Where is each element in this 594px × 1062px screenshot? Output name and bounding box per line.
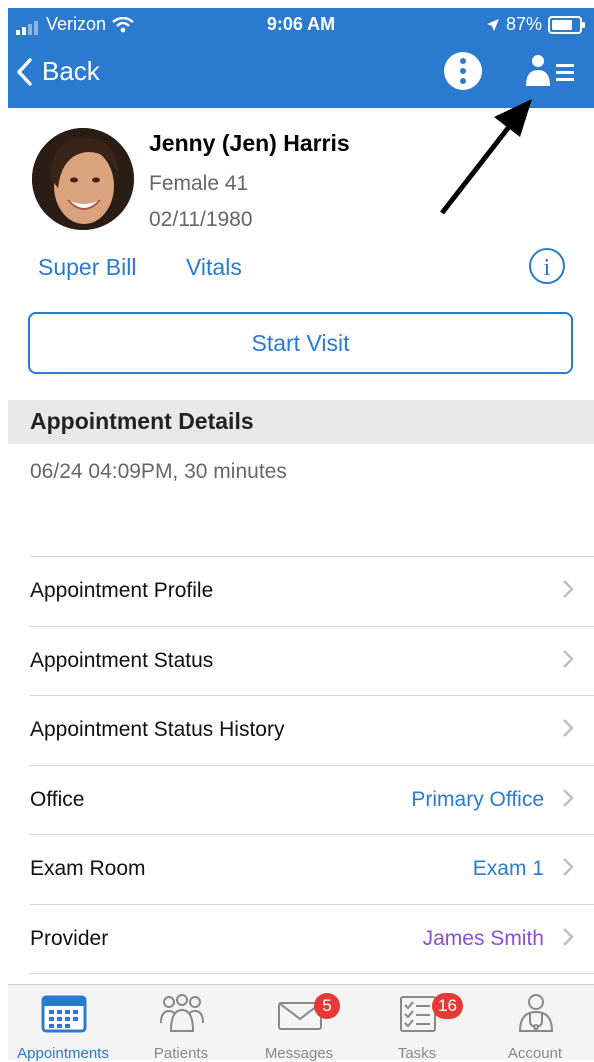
patients-icon bbox=[160, 994, 204, 1032]
tasks-badge: 16 bbox=[432, 993, 463, 1019]
appointment-time: 06/24 04:09PM, 30 minutes bbox=[30, 460, 287, 483]
row-office[interactable]: Office Primary Office bbox=[30, 765, 594, 835]
row-label: Exam Room bbox=[30, 857, 146, 880]
row-label: Appointment Status bbox=[30, 649, 214, 672]
patient-gender-age: Female 41 bbox=[149, 172, 249, 195]
back-button[interactable]: Back bbox=[16, 56, 100, 87]
section-title: Appointment Details bbox=[30, 408, 254, 434]
tab-label: Tasks bbox=[397, 1045, 437, 1062]
row-appointment-profile[interactable]: Appointment Profile bbox=[30, 556, 594, 626]
back-label: Back bbox=[42, 56, 100, 86]
chevron-right-icon bbox=[563, 650, 574, 668]
tab-bar: Appointments Patients 5 Messages 16 Task… bbox=[8, 984, 594, 1062]
chevron-right-icon bbox=[563, 580, 574, 598]
tab-patients[interactable]: Patients bbox=[126, 991, 236, 1062]
doctor-icon bbox=[518, 994, 554, 1032]
row-divider bbox=[30, 973, 594, 984]
row-label: Appointment Status History bbox=[30, 718, 285, 741]
row-exam-room[interactable]: Exam Room Exam 1 bbox=[30, 834, 594, 904]
row-provider[interactable]: Provider James Smith bbox=[30, 904, 594, 974]
start-visit-button[interactable]: Start Visit bbox=[28, 312, 573, 374]
messages-badge: 5 bbox=[314, 993, 340, 1019]
row-label: Provider bbox=[30, 927, 109, 950]
status-bar: Verizon 9:06 AM 87% bbox=[8, 8, 594, 40]
battery-percent: 87% bbox=[505, 14, 542, 34]
chevron-right-icon bbox=[563, 858, 574, 876]
provider-value: James Smith bbox=[422, 927, 544, 950]
chevron-right-icon bbox=[563, 719, 574, 737]
exam-room-value: Exam 1 bbox=[472, 857, 544, 880]
tab-appointments[interactable]: Appointments bbox=[8, 991, 118, 1062]
battery-icon bbox=[548, 15, 585, 34]
tab-tasks[interactable]: 16 Tasks bbox=[362, 991, 472, 1062]
row-appointment-status-history[interactable]: Appointment Status History bbox=[30, 695, 594, 765]
tab-label: Messages bbox=[264, 1045, 334, 1062]
tab-label: Account bbox=[507, 1045, 563, 1062]
row-label: Appointment Profile bbox=[30, 579, 214, 602]
appointment-details-header: Appointment Details bbox=[8, 400, 594, 444]
vitals-link[interactable]: Vitals bbox=[186, 254, 242, 281]
start-visit-label: Start Visit bbox=[251, 329, 350, 356]
annotation-arrow bbox=[440, 99, 532, 215]
row-label: Office bbox=[30, 788, 85, 811]
info-icon[interactable]: i bbox=[529, 248, 565, 284]
chevron-right-icon bbox=[563, 928, 574, 946]
office-value: Primary Office bbox=[411, 788, 544, 811]
chevron-left-icon bbox=[17, 57, 32, 86]
calendar-icon bbox=[41, 995, 87, 1033]
patient-name: Jenny (Jen) Harris bbox=[149, 130, 350, 156]
tab-label: Appointments bbox=[17, 1045, 109, 1062]
tab-messages[interactable]: 5 Messages bbox=[244, 991, 354, 1062]
location-icon bbox=[486, 18, 499, 31]
tab-label: Patients bbox=[153, 1045, 209, 1062]
patient-list-icon[interactable] bbox=[526, 54, 576, 90]
patient-avatar bbox=[32, 128, 134, 230]
super-bill-link[interactable]: Super Bill bbox=[38, 254, 136, 281]
tab-account[interactable]: Account bbox=[480, 991, 590, 1062]
patient-dob: 02/11/1980 bbox=[149, 208, 253, 231]
row-appointment-status[interactable]: Appointment Status bbox=[30, 626, 594, 696]
chevron-right-icon bbox=[563, 789, 574, 807]
more-options-icon[interactable] bbox=[444, 52, 482, 90]
